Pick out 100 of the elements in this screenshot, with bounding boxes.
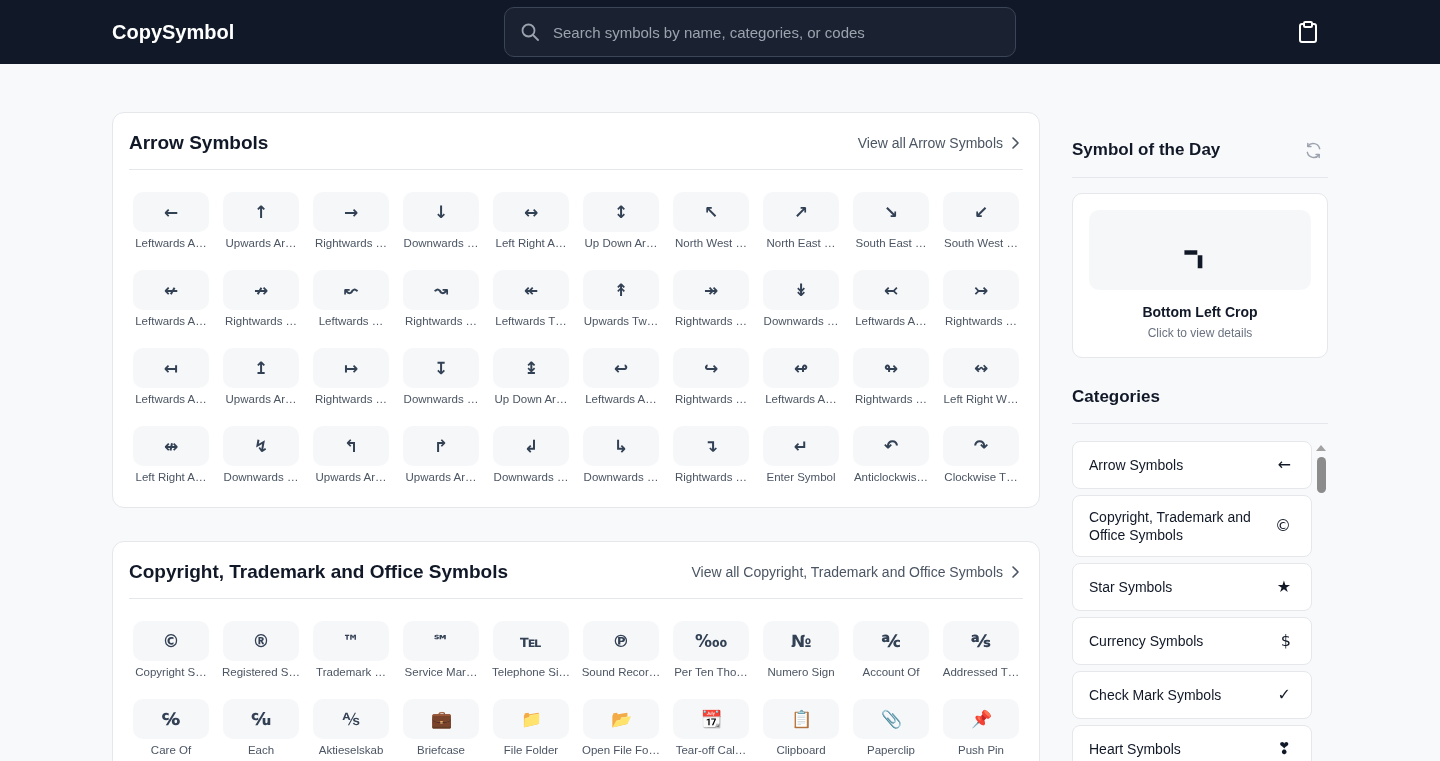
symbol-button[interactable]: ↱ — [403, 426, 479, 466]
symbol-label: Copyright S… — [135, 665, 207, 680]
symbol-button[interactable]: ↧ — [403, 348, 479, 388]
symbol-button[interactable]: ↥ — [223, 348, 299, 388]
symbol-button[interactable]: ↰ — [313, 426, 389, 466]
symbol-label: Rightwards … — [314, 236, 388, 251]
symbol-name: Bottom Left Crop — [1142, 303, 1258, 322]
symbol-button[interactable]: ↮ — [133, 426, 209, 466]
symbol-button[interactable]: ℀ — [853, 621, 929, 661]
symbol-label: Left Right W… — [943, 392, 1019, 407]
category-item[interactable]: Copyright, Trademark and Office Symbols © — [1072, 495, 1312, 557]
symbol-button[interactable]: ↟ — [583, 270, 659, 310]
symbol-button[interactable]: ↳ — [583, 426, 659, 466]
symbol-button[interactable]: ↖ — [673, 192, 749, 232]
symbol-button[interactable]: ↷ — [943, 426, 1019, 466]
symbol-button[interactable]: ™ — [313, 621, 389, 661]
sidebar-title: Categories — [1072, 386, 1160, 408]
symbol-button[interactable]: № — [763, 621, 839, 661]
symbol-button[interactable]: ↨ — [493, 348, 569, 388]
category-item[interactable]: Heart Symbols ❣ — [1072, 725, 1312, 761]
symbol-button[interactable]: ↡ — [763, 270, 839, 310]
symbol-button[interactable]: ℅ — [133, 699, 209, 739]
symbol-button[interactable]: 📋 — [763, 699, 839, 739]
symbol-button[interactable]: ↞ — [493, 270, 569, 310]
symbol-button[interactable]: 📆 — [673, 699, 749, 739]
symbol-button[interactable]: ↵ — [763, 426, 839, 466]
symbol-button[interactable]: ↦ — [313, 348, 389, 388]
symbol-button[interactable]: ↠ — [673, 270, 749, 310]
symbol-label: Anticlockwis… — [853, 470, 929, 485]
symbol-button[interactable]: ↬ — [853, 348, 929, 388]
symbol-button[interactable]: ® — [223, 621, 299, 661]
symbol-label: Aktieselskab — [318, 743, 384, 758]
symbol-button[interactable]: ℆ — [223, 699, 299, 739]
symbol-button[interactable]: → — [313, 192, 389, 232]
symbol-of-day-card[interactable]: ⌍ Bottom Left Crop Click to view details — [1072, 193, 1328, 358]
refresh-icon[interactable] — [1305, 141, 1322, 159]
symbol-button[interactable]: ↣ — [943, 270, 1019, 310]
symbol-label: Leftwards A… — [135, 314, 207, 329]
symbol-button[interactable]: ↴ — [673, 426, 749, 466]
symbol-button[interactable]: ↭ — [943, 348, 1019, 388]
symbol-button[interactable]: ↤ — [133, 348, 209, 388]
symbol-button[interactable]: 📎 — [853, 699, 929, 739]
clipboard-icon[interactable] — [1299, 21, 1317, 43]
symbol-label: North West … — [675, 236, 747, 251]
symbol-label: Rightwards … — [854, 392, 928, 407]
symbol-button[interactable]: ↔ — [493, 192, 569, 232]
symbol-label: Rightwards … — [944, 314, 1018, 329]
symbol-button[interactable]: 📌 — [943, 699, 1019, 739]
symbol-label: Left Right A… — [135, 470, 207, 485]
symbol-hint: Click to view details — [1147, 325, 1253, 341]
view-all-link[interactable]: View all Arrow Symbols — [857, 135, 1023, 151]
symbol-button[interactable]: ↫ — [763, 348, 839, 388]
symbol-button[interactable]: ℗ — [583, 621, 659, 661]
symbol-button[interactable]: ℡ — [493, 621, 569, 661]
symbol-button[interactable]: ↓ — [403, 192, 479, 232]
search-field[interactable]: Search symbols by name, categories, or codes — [504, 7, 1016, 57]
scrollbar-thumb[interactable] — [1316, 457, 1326, 493]
symbol-button[interactable]: ↪ — [673, 348, 749, 388]
chevron-right-icon — [1012, 137, 1019, 149]
symbol-label: Downwards … — [223, 470, 299, 485]
symbol-button[interactable]: ⅍ — [313, 699, 389, 739]
symbol-button[interactable]: ↲ — [493, 426, 569, 466]
symbol-label: Downwards … — [583, 470, 659, 485]
symbol-button[interactable]: © — [133, 621, 209, 661]
category-item[interactable]: Arrow Symbols ← — [1072, 441, 1312, 489]
symbol-label: Rightwards … — [404, 314, 478, 329]
symbol-button[interactable]: ↗ — [763, 192, 839, 232]
symbol-button[interactable]: ↶ — [853, 426, 929, 466]
scroll-up-icon[interactable] — [1316, 445, 1326, 451]
symbol-button[interactable]: ↘ — [853, 192, 929, 232]
symbol-button[interactable]: ↛ — [223, 270, 299, 310]
symbol-button[interactable]: ℠ — [403, 621, 479, 661]
category-item[interactable]: Check Mark Symbols ✓ — [1072, 671, 1312, 719]
symbol-button[interactable]: ↝ — [403, 270, 479, 310]
symbol-button[interactable]: ↢ — [853, 270, 929, 310]
category-glyph: ★ — [1276, 578, 1291, 596]
symbol-button[interactable]: ℁ — [943, 621, 1019, 661]
symbol-button[interactable]: ‱ — [673, 621, 749, 661]
symbol-button[interactable]: ↩ — [583, 348, 659, 388]
site-logo[interactable]: CopySymbol — [112, 20, 504, 44]
symbol-label: Up Down Ar… — [584, 236, 658, 251]
symbol-button[interactable]: ↙ — [943, 192, 1019, 232]
symbol-preview: ⌍ — [1089, 210, 1311, 290]
symbol-label: Open File Fo… — [582, 743, 660, 758]
symbol-button[interactable]: 💼 — [403, 699, 479, 739]
symbol-button[interactable]: ↜ — [313, 270, 389, 310]
symbol-button[interactable]: ← — [133, 192, 209, 232]
symbol-label: Left Right A… — [495, 236, 567, 251]
symbol-button[interactable]: ↕ — [583, 192, 659, 232]
section-title: Arrow Symbols — [129, 131, 269, 155]
category-glyph: ← — [1277, 456, 1291, 474]
symbol-button[interactable]: ↑ — [223, 192, 299, 232]
category-item[interactable]: Currency Symbols $ — [1072, 617, 1312, 665]
symbol-label: Trademark … — [316, 665, 386, 680]
category-item[interactable]: Star Symbols ★ — [1072, 563, 1312, 611]
symbol-label: Enter Symbol — [766, 470, 836, 485]
symbol-button[interactable]: ↚ — [133, 270, 209, 310]
symbol-button[interactable]: ↯ — [223, 426, 299, 466]
view-all-link[interactable]: View all Copyright, Trademark and Office Symbols — [691, 564, 1023, 580]
symbol-label: South East … — [855, 236, 927, 251]
